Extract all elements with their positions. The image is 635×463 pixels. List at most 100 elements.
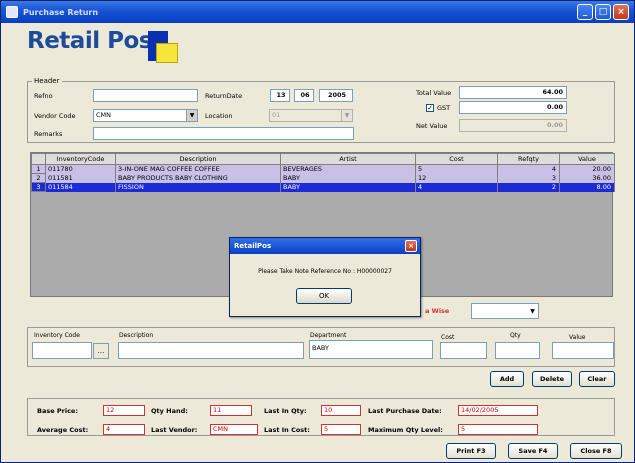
last-purchase-date-field: 14/02/2005 bbox=[458, 405, 538, 416]
refno-label: Refno bbox=[34, 92, 53, 100]
dialog-ok-button[interactable]: OK bbox=[296, 288, 352, 304]
cell-inventory-code[interactable]: 011780 bbox=[45, 164, 116, 174]
qty-hand-label: Qty Hand: bbox=[151, 407, 188, 415]
cell-value[interactable]: 36.00 bbox=[559, 173, 615, 183]
base-price-label: Base Price: bbox=[37, 407, 78, 415]
grid-header-row: InventoryCode Description Artist Cost Re… bbox=[31, 153, 615, 165]
close-button[interactable]: Close F8 bbox=[570, 443, 622, 459]
cell-cost[interactable]: 12 bbox=[415, 173, 498, 183]
gst-checkbox[interactable]: ✓ bbox=[426, 104, 434, 112]
base-price-field: 12 bbox=[103, 405, 145, 416]
table-row[interactable]: 2 011581 BABY PRODUCTS BABY CLOTHING BAB… bbox=[31, 173, 615, 183]
cell-cost[interactable]: 5 bbox=[415, 164, 498, 174]
reference-dialog: RetailPos × Please Take Note Reference N… bbox=[229, 237, 421, 317]
cell-value[interactable]: 8.00 bbox=[559, 182, 615, 192]
cell-refqty[interactable]: 3 bbox=[497, 173, 560, 183]
cell-refqty[interactable]: 4 bbox=[497, 164, 560, 174]
header-legend: Header bbox=[32, 77, 62, 85]
cell-inventory-code[interactable]: 011584 bbox=[45, 182, 116, 192]
qty-field[interactable] bbox=[495, 342, 540, 359]
vendor-code-label: Vendor Code bbox=[34, 112, 76, 120]
print-button[interactable]: Print F3 bbox=[446, 443, 496, 459]
close-window-button[interactable]: × bbox=[613, 4, 629, 20]
wise-select[interactable]: ▼ bbox=[471, 303, 539, 319]
vendor-code-value: CMN bbox=[96, 111, 112, 119]
browse-inventory-button[interactable]: ... bbox=[93, 343, 109, 359]
grid-col-refqty[interactable]: Refqty bbox=[497, 153, 560, 165]
department-label: Department bbox=[310, 332, 347, 339]
logo-icon bbox=[148, 31, 180, 63]
average-cost-field: 4 bbox=[103, 424, 145, 435]
cell-artist[interactable]: BABY bbox=[280, 173, 416, 183]
save-button[interactable]: Save F4 bbox=[508, 443, 558, 459]
cell-description[interactable]: FISSION bbox=[115, 182, 281, 192]
window-controls: _ □ × bbox=[577, 4, 629, 20]
qty-hand-field: 11 bbox=[210, 405, 252, 416]
cell-value[interactable]: 20.00 bbox=[559, 164, 615, 174]
maximize-button[interactable]: □ bbox=[595, 4, 611, 20]
net-value-field: 0.00 bbox=[459, 119, 567, 132]
last-vendor-label: Last Vendor: bbox=[151, 426, 198, 434]
table-row-selected[interactable]: 3 011584 FISSION BABY 4 2 8.00 bbox=[31, 182, 615, 192]
table-row[interactable]: 1 011780 3-IN-ONE MAG COFFEE COFFEE BEVE… bbox=[31, 164, 615, 174]
grid-col-value[interactable]: Value bbox=[559, 153, 615, 165]
qty-label: Qty bbox=[510, 332, 521, 339]
dialog-title-bar: RetailPos × bbox=[230, 238, 420, 254]
clear-button[interactable]: Clear bbox=[579, 371, 615, 387]
inventory-code-field[interactable] bbox=[32, 342, 92, 359]
grid-col-artist[interactable]: Artist bbox=[280, 153, 416, 165]
last-in-qty-label: Last In Qty: bbox=[264, 407, 307, 415]
remarks-label: Remarks bbox=[34, 130, 63, 138]
grid-col-cost[interactable]: Cost bbox=[415, 153, 498, 165]
last-in-cost-field: 5 bbox=[321, 424, 361, 435]
remarks-field[interactable] bbox=[93, 127, 354, 140]
refno-field[interactable] bbox=[93, 89, 198, 102]
department-field[interactable]: BABY bbox=[309, 340, 433, 359]
delete-button[interactable]: Delete bbox=[532, 371, 572, 387]
date-day-field[interactable]: 13 bbox=[270, 89, 290, 102]
app-logo-text: Retail Pos bbox=[27, 28, 152, 54]
dialog-close-button[interactable]: × bbox=[405, 240, 417, 252]
cost-label: Cost bbox=[441, 334, 455, 341]
dialog-title: RetailPos bbox=[234, 242, 272, 250]
value-field[interactable] bbox=[552, 342, 614, 359]
description-field[interactable] bbox=[118, 342, 304, 359]
app-icon bbox=[6, 6, 18, 18]
date-month-field[interactable]: 06 bbox=[294, 89, 314, 102]
description-label: Description bbox=[119, 332, 154, 339]
location-value: 01 bbox=[272, 111, 281, 119]
vendor-code-select[interactable]: CMN ▼ bbox=[93, 109, 198, 122]
maximum-qty-level-field: 5 bbox=[458, 424, 538, 435]
grid-col-inventory-code[interactable]: InventoryCode bbox=[45, 153, 116, 165]
date-year-field[interactable]: 2005 bbox=[319, 89, 353, 102]
chevron-down-icon[interactable]: ▼ bbox=[341, 110, 352, 121]
value-label: Value bbox=[569, 334, 586, 341]
row-number: 1 bbox=[31, 164, 46, 174]
location-select[interactable]: 01 ▼ bbox=[269, 109, 353, 122]
purchase-return-window: Purchase Return _ □ × Retail Pos Header … bbox=[0, 0, 635, 463]
row-number: 2 bbox=[31, 173, 46, 183]
chevron-down-icon[interactable]: ▼ bbox=[527, 306, 538, 317]
cell-artist[interactable]: BEVERAGES bbox=[280, 164, 416, 174]
cell-artist[interactable]: BABY bbox=[280, 182, 416, 192]
add-button[interactable]: Add bbox=[490, 371, 524, 387]
cell-description[interactable]: BABY PRODUCTS BABY CLOTHING bbox=[115, 173, 281, 183]
cost-field[interactable] bbox=[440, 342, 487, 359]
last-in-cost-label: Last In Cost: bbox=[264, 426, 310, 434]
inventory-code-label: Inventory Code bbox=[34, 332, 80, 339]
net-value-label: Net Value bbox=[416, 122, 448, 130]
grid-col-description[interactable]: Description bbox=[115, 153, 281, 165]
cell-cost[interactable]: 4 bbox=[415, 182, 498, 192]
cell-inventory-code[interactable]: 011581 bbox=[45, 173, 116, 183]
minimize-button[interactable]: _ bbox=[577, 4, 593, 20]
cell-description[interactable]: 3-IN-ONE MAG COFFEE COFFEE bbox=[115, 164, 281, 174]
cell-refqty[interactable]: 2 bbox=[497, 182, 560, 192]
total-value-field: 64.00 bbox=[459, 86, 567, 99]
chevron-down-icon[interactable]: ▼ bbox=[186, 110, 197, 121]
gst-value-field[interactable]: 0.00 bbox=[459, 101, 567, 114]
last-vendor-field: CMN bbox=[210, 424, 258, 435]
wise-label: a Wise bbox=[425, 307, 450, 315]
total-value-label: Total Value bbox=[416, 89, 452, 97]
last-purchase-date-label: Last Purchase Date: bbox=[368, 407, 442, 415]
title-bar: Purchase Return _ □ × bbox=[1, 1, 634, 23]
